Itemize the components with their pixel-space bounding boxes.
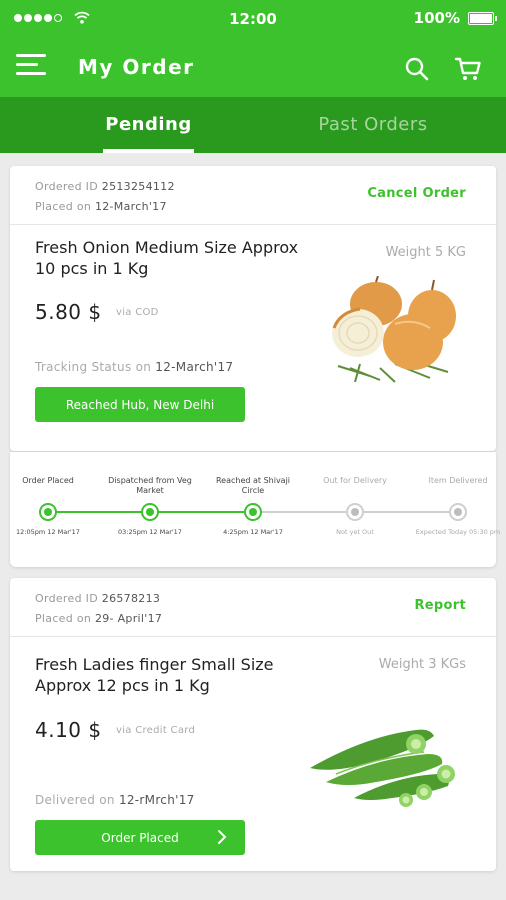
order-id: Ordered ID 26578213 [35,592,160,605]
placed-label: Placed on [35,200,92,213]
order-tabs: Pending Past Orders [0,97,506,153]
okra-image [310,729,455,807]
divider [10,636,496,637]
timeline-step-time: 4:25pm 12 Mar'17 [223,528,283,536]
order-placed-date: Placed on 12-March'17 [35,200,167,213]
cancel-order-button[interactable]: Cancel Order [367,186,466,201]
tracking-status-button-label: Reached Hub, New Delhi [65,397,215,412]
order-status-button-label: Order Placed [101,830,179,845]
battery-indicator: 100% [413,9,497,27]
order-id-value: 26578213 [101,592,161,605]
menu-icon[interactable] [16,54,46,76]
timeline-step-dot [39,503,57,521]
timeline-step-time: Expected Today 05:30 pm [415,528,501,536]
delivery-status-date: 12-rMrch'17 [118,793,195,807]
order-card: Ordered ID 26578213 Placed on 29- April'… [10,578,496,871]
onion-image [332,276,456,383]
product-weight: Weight 3 KGs [378,657,466,672]
product-price: 5.80 $ [35,300,102,324]
product-price: 4.10 $ [35,718,102,742]
tracking-status-button[interactable]: Reached Hub, New Delhi [35,387,245,422]
delivery-status: Delivered on 12-rMrch'17 [35,793,195,807]
divider [10,224,496,225]
timeline-step-time: 12:05pm 12 Mar'17 [16,528,80,536]
timeline-step-label: Order Placed [22,476,74,485]
product-name: Fresh Onion Medium Size Approx 10 pcs in… [35,238,299,278]
order-id-label: Ordered ID [35,592,98,605]
timeline-step-dot [244,503,262,521]
order-card: Ordered ID 2513254112 Placed on 12-March… [10,166,496,451]
placed-label: Placed on [35,612,92,625]
placed-date-value: 12-March'17 [94,200,167,213]
order-id: Ordered ID 2513254112 [35,180,175,193]
order-id-label: Ordered ID [35,180,98,193]
timeline-step-time: Not yet Out [336,528,374,536]
report-button[interactable]: Report [415,598,467,613]
timeline-step-time: 03:25pm 12 Mar'17 [118,528,182,536]
tracking-status-date: 12-March'17 [155,360,234,374]
app-bar: My Order [0,38,506,97]
product-weight: Weight 5 KG [385,245,466,260]
product-name: Fresh Ladies finger Small Size Approx 12… [35,655,274,695]
timeline-step-label: Out for Delivery [323,476,387,485]
battery-percent: 100% [413,9,460,27]
tab-past-orders[interactable]: Past Orders [253,97,493,153]
page-title: My Order [78,55,195,79]
order-placed-date: Placed on 29- April'17 [35,612,162,625]
timeline-step-label: Dispatched from Veg Market [108,476,192,495]
status-bar: 12:00 100% [0,0,506,38]
timeline-step-dot [141,503,159,521]
payment-method: via Credit Card [116,725,196,736]
active-tab-indicator [103,149,194,153]
timeline-step-dot [449,503,467,521]
tracking-status-label: Tracking Status on [35,360,152,374]
battery-icon [468,11,497,25]
payment-method: via COD [116,307,159,318]
order-id-value: 2513254112 [101,180,175,193]
timeline-step-label: Item Delivered [428,476,488,485]
delivery-status-label: Delivered on [35,793,115,807]
timeline-step-label: Reached at Shivaji Circle [215,476,291,495]
tracking-status: Tracking Status on 12-March'17 [35,360,233,374]
timeline-step-dot [346,503,364,521]
search-icon[interactable] [404,56,430,82]
placed-date-value: 29- April'17 [94,612,163,625]
tracking-timeline: Order Placed 12:05pm 12 Mar'17 Dispatche… [10,452,500,567]
order-status-button[interactable]: Order Placed [35,820,245,855]
cart-icon[interactable] [454,56,482,82]
chevron-right-icon [218,830,227,844]
